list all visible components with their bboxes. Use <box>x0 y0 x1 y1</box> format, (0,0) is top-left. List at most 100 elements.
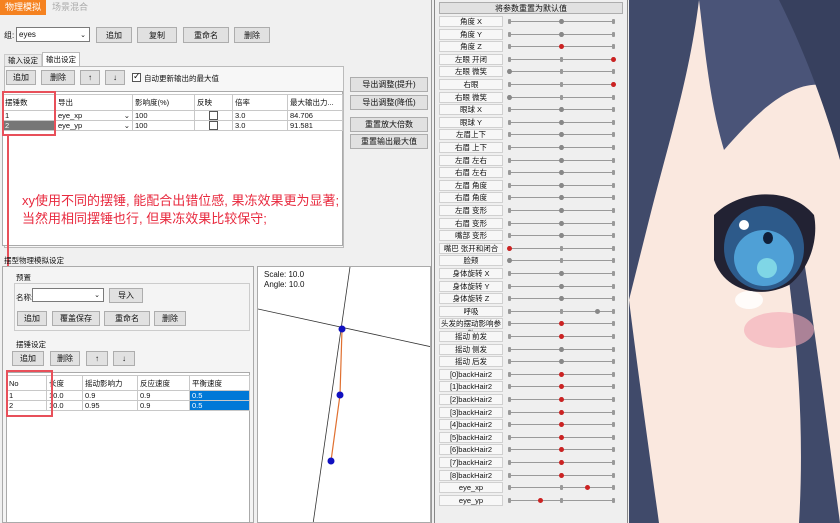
slider-knob[interactable] <box>558 19 564 24</box>
param-row[interactable]: [3]backHair2 <box>435 406 627 420</box>
param-slider[interactable] <box>507 409 615 415</box>
param-row[interactable]: 右眼 <box>435 79 627 92</box>
param-slider[interactable] <box>507 359 615 365</box>
group-copy-button[interactable]: 复制 <box>137 27 177 43</box>
param-slider[interactable] <box>507 397 615 402</box>
param-slider[interactable] <box>507 334 615 339</box>
group-rename-button[interactable]: 重命名 <box>183 27 229 43</box>
slider-knob[interactable] <box>558 422 564 428</box>
param-row[interactable]: [5]backHair2 <box>435 431 627 445</box>
param-slider[interactable] <box>507 283 615 289</box>
reset-params-button[interactable]: 将参数重置为默认值 <box>439 2 623 14</box>
slider-knob[interactable] <box>558 132 564 138</box>
tab-physics[interactable]: 物理模拟 <box>0 0 46 15</box>
slider-knob[interactable] <box>558 397 564 402</box>
slider-knob[interactable] <box>558 296 564 302</box>
row-param-select[interactable]: eye_xp ⌄ <box>55 110 133 121</box>
slider-knob[interactable] <box>558 157 564 163</box>
slider-knob[interactable] <box>558 208 564 213</box>
param-row[interactable]: 右眉 变形 <box>435 217 627 231</box>
slider-knob[interactable] <box>558 220 564 226</box>
row-react[interactable]: 0.9 <box>137 390 190 401</box>
param-slider[interactable] <box>507 182 615 188</box>
param-row[interactable]: 右眼 微笑 <box>435 91 627 105</box>
param-slider[interactable] <box>506 245 615 251</box>
param-row[interactable]: 脸颊 <box>435 255 627 268</box>
slider-knob[interactable] <box>558 321 564 327</box>
row-param-select[interactable]: eye_yp ⌄ <box>55 120 133 131</box>
param-row[interactable]: 眼球 X <box>435 104 627 117</box>
pendulum-delete-button[interactable]: 删除 <box>50 351 80 366</box>
param-slider[interactable] <box>507 82 616 87</box>
param-row[interactable]: 摇动 侧发 <box>435 343 627 357</box>
param-row[interactable]: 摇动 前发 <box>435 331 627 344</box>
row-reflect[interactable] <box>194 110 233 121</box>
slider-knob[interactable] <box>558 434 564 440</box>
tab-scene-mix[interactable]: 场景混合 <box>48 0 92 15</box>
pendulum-down-button[interactable]: ↓ <box>113 351 135 366</box>
param-row[interactable]: 嘴巴 张开和闭合 <box>435 242 627 256</box>
param-row[interactable]: 角度 X <box>435 16 627 29</box>
slider-knob[interactable] <box>558 271 564 276</box>
param-row[interactable]: [6]backHair2 <box>435 444 627 457</box>
subtab-output[interactable]: 输出设定 <box>42 52 80 66</box>
param-slider[interactable] <box>507 485 615 491</box>
param-slider[interactable] <box>507 384 615 390</box>
row-influence[interactable]: 100 <box>132 120 195 131</box>
param-row[interactable]: 摇动 后发 <box>435 356 627 369</box>
slider-knob[interactable] <box>558 460 564 465</box>
subtab-input[interactable]: 输入设定 <box>4 54 42 66</box>
param-slider[interactable] <box>507 56 616 62</box>
param-row[interactable]: 右眉 角度 <box>435 192 627 205</box>
param-row[interactable]: [7]backHair2 <box>435 457 627 470</box>
param-slider[interactable] <box>507 19 615 24</box>
slider-knob[interactable] <box>610 82 616 87</box>
param-row[interactable]: 左眉上下 <box>435 129 627 142</box>
row-balance[interactable]: 0.5 <box>189 400 250 411</box>
slider-knob[interactable] <box>506 245 512 251</box>
param-row[interactable]: 左眼 开闭 <box>435 53 627 67</box>
output-up-button[interactable]: ↑ <box>80 70 100 85</box>
preset-import-button[interactable]: 导入 <box>109 288 143 303</box>
row-rate[interactable]: 3.0 <box>232 120 288 131</box>
param-row[interactable]: [1]backHair2 <box>435 381 627 394</box>
row-shake[interactable]: 0.95 <box>82 400 138 411</box>
param-slider[interactable] <box>507 321 615 327</box>
param-row[interactable]: 眼球 Y <box>435 116 627 130</box>
preset-overwrite-button[interactable]: 覆盖保存 <box>52 311 100 326</box>
group-delete-button[interactable]: 删除 <box>234 27 270 43</box>
slider-knob[interactable] <box>584 485 590 491</box>
slider-knob[interactable] <box>558 472 564 478</box>
param-slider[interactable] <box>507 497 615 503</box>
slider-knob[interactable] <box>558 119 564 125</box>
row-reflect[interactable] <box>194 120 233 131</box>
param-slider[interactable] <box>507 271 615 276</box>
param-slider[interactable] <box>507 31 615 37</box>
param-row[interactable]: [0]backHair2 <box>435 368 627 382</box>
row-balance[interactable]: 0.5 <box>189 390 250 401</box>
slider-knob[interactable] <box>610 56 616 62</box>
output-delete-button[interactable]: 删除 <box>41 70 75 85</box>
param-slider[interactable] <box>507 422 615 428</box>
row-rate[interactable]: 3.0 <box>232 110 288 121</box>
param-row[interactable]: 身体旋转 Y <box>435 280 627 294</box>
param-slider[interactable] <box>507 434 615 440</box>
param-slider[interactable] <box>507 145 615 150</box>
param-slider[interactable] <box>507 296 615 302</box>
param-row[interactable]: [4]backHair2 <box>435 419 627 432</box>
slider-knob[interactable] <box>506 94 512 100</box>
param-row[interactable]: 左眉 角度 <box>435 179 627 193</box>
slider-knob[interactable] <box>537 497 543 503</box>
group-add-button[interactable]: 追加 <box>96 27 132 43</box>
param-slider[interactable] <box>507 170 615 176</box>
slider-knob[interactable] <box>558 44 564 50</box>
param-row[interactable]: 身体旋转 X <box>435 268 627 281</box>
row-shake[interactable]: 0.9 <box>82 390 138 401</box>
param-slider[interactable] <box>507 119 615 125</box>
reset-scale-button[interactable]: 重置放大倍数 <box>350 117 428 132</box>
param-row[interactable]: 呼吸 <box>435 305 627 319</box>
output-down-button[interactable]: ↓ <box>105 70 125 85</box>
param-slider[interactable] <box>506 69 615 75</box>
param-row[interactable]: 身体旋转 Z <box>435 293 627 306</box>
param-row[interactable]: 左眉 变形 <box>435 205 627 218</box>
